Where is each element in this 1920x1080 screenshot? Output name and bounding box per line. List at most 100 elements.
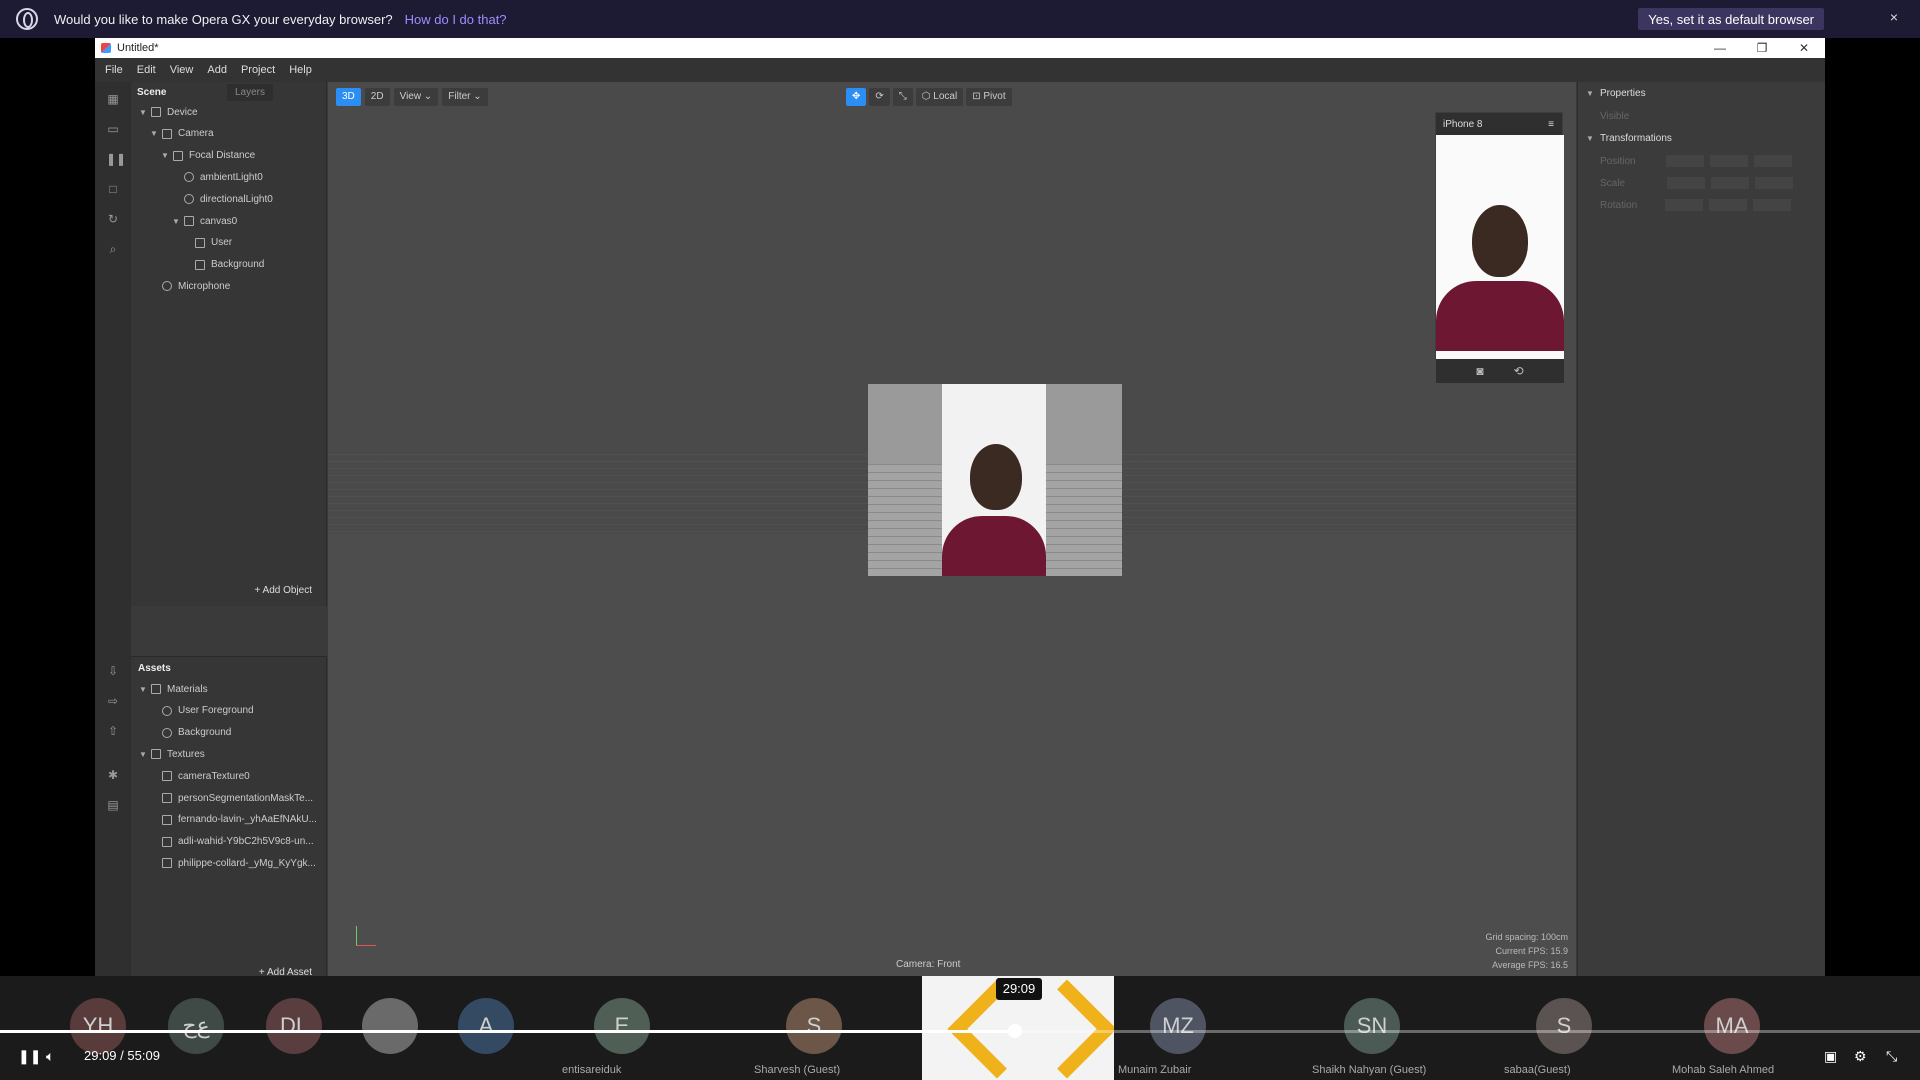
participant-tile[interactable]: Eentisareiduk bbox=[562, 976, 764, 1080]
chevron-down-icon: ⌄ bbox=[473, 91, 482, 102]
tab-layers[interactable]: Layers bbox=[227, 83, 274, 101]
tree-item[interactable]: ▼ Focal Distance bbox=[161, 148, 255, 164]
expand-icon[interactable]: ▼ bbox=[172, 217, 180, 226]
tree-item[interactable]: cameraTexture0 bbox=[150, 768, 250, 784]
view-dropdown[interactable]: View ⌄ bbox=[393, 88, 439, 106]
frame-icon[interactable]: □ bbox=[106, 182, 120, 196]
pause-tool-icon[interactable]: ❚❚ bbox=[106, 152, 126, 166]
expand-icon[interactable]: ▼ bbox=[139, 685, 147, 694]
tree-item[interactable]: ▼ Materials bbox=[139, 681, 208, 697]
close-icon[interactable]: × bbox=[1890, 9, 1898, 25]
pause-icon[interactable]: ❚❚ bbox=[18, 1048, 41, 1065]
captions-icon[interactable]: ▣ bbox=[1824, 1048, 1837, 1065]
tree-item[interactable]: Background bbox=[183, 257, 264, 273]
upload-icon[interactable]: ⇧ bbox=[106, 724, 120, 738]
tree-item-label: cameraTexture0 bbox=[178, 770, 250, 782]
tree-item[interactable]: Microphone bbox=[150, 278, 230, 294]
bug-icon[interactable]: ✱ bbox=[106, 768, 120, 782]
canvas-preview[interactable] bbox=[868, 384, 1122, 576]
transformations-section[interactable]: ▼ Transformations bbox=[1578, 127, 1825, 150]
rotation-row: Rotation bbox=[1578, 194, 1825, 216]
console-icon[interactable]: ▤ bbox=[106, 798, 120, 812]
menu-item-add[interactable]: Add bbox=[207, 64, 227, 76]
tree-item[interactable]: ▼ canvas0 bbox=[172, 213, 237, 229]
image-icon bbox=[162, 858, 172, 869]
mode-3d-button[interactable]: 3D bbox=[336, 88, 361, 106]
search-icon[interactable]: ⌕ bbox=[106, 242, 120, 256]
scale-icon[interactable]: ⤡ bbox=[892, 88, 913, 106]
pivot-button[interactable]: ⊡ Pivot bbox=[966, 88, 1012, 106]
participant-tile[interactable]: MA Mohab Saleh Ahmed bbox=[1672, 976, 1874, 1080]
tree-item[interactable]: directionalLight0 bbox=[172, 191, 273, 207]
avatar: MA bbox=[1704, 998, 1760, 1054]
rotate-icon[interactable]: ⟳ bbox=[869, 88, 890, 106]
person-head bbox=[1472, 205, 1528, 277]
restore-icon[interactable]: ❐ bbox=[1741, 38, 1783, 58]
expand-icon[interactable]: ▼ bbox=[150, 129, 158, 138]
menu-item-file[interactable]: File bbox=[105, 64, 123, 76]
expand-icon[interactable]: ▼ bbox=[139, 108, 147, 117]
import-icon[interactable]: ⇩ bbox=[106, 664, 120, 678]
device-selector[interactable]: iPhone 8 ≡ bbox=[1436, 113, 1562, 135]
video-icon[interactable]: ▭ bbox=[106, 122, 120, 136]
position-fields[interactable] bbox=[1665, 155, 1792, 167]
simulator-footer: ◙ ⟲ bbox=[1436, 359, 1564, 383]
rotation-fields[interactable] bbox=[1665, 199, 1792, 211]
window-close-icon[interactable]: ✕ bbox=[1783, 38, 1825, 58]
properties-panel: ▼ Properties Visible ▼ Transformations Pos… bbox=[1577, 82, 1825, 976]
participant-tile[interactable]: SN Shaikh Nahyan (Guest) bbox=[1312, 976, 1514, 1080]
miniplayer-icon[interactable]: ⤡ bbox=[1886, 1048, 1897, 1065]
tree-item-label: Device bbox=[167, 106, 198, 118]
progress-bar[interactable] bbox=[0, 1030, 1920, 1033]
filter-dropdown[interactable]: Filter ⌄ bbox=[442, 88, 488, 106]
expand-icon[interactable]: ▼ bbox=[161, 151, 169, 160]
tree-item[interactable]: User Foreground bbox=[150, 703, 254, 719]
tree-item-label: Focal Distance bbox=[189, 150, 256, 162]
tree-item[interactable]: ambientLight0 bbox=[172, 169, 263, 185]
tree-item[interactable]: personSegmentationMaskTe... bbox=[150, 790, 313, 806]
opera-how-link[interactable]: How do I do that? bbox=[405, 12, 507, 27]
tree-item-label: personSegmentationMaskTe... bbox=[178, 792, 314, 804]
participant-tile[interactable]: S Sharvesh (Guest) bbox=[754, 976, 956, 1080]
scale-row: Scale bbox=[1578, 172, 1825, 194]
scale-label: Scale bbox=[1600, 177, 1626, 189]
tab-scene[interactable]: Scene bbox=[131, 87, 227, 98]
viewport[interactable]: 3D 2D View ⌄ Filter ⌄ ✥ ⟳ ⤡ ⬡ Local ⊡ Pi… bbox=[328, 82, 1576, 976]
settings-icon[interactable]: ⚙ bbox=[1854, 1048, 1867, 1065]
refresh-icon[interactable]: ↻ bbox=[106, 212, 120, 226]
layout-icon[interactable]: ▦ bbox=[106, 92, 120, 106]
person-head bbox=[970, 444, 1022, 510]
axis-gizmo bbox=[356, 926, 376, 946]
folder-icon bbox=[151, 684, 161, 694]
properties-section[interactable]: ▼ Properties bbox=[1578, 82, 1825, 105]
camera-switch-icon[interactable]: ◙ bbox=[1476, 364, 1483, 378]
tree-item-label: Materials bbox=[167, 683, 208, 695]
menu-item-project[interactable]: Project bbox=[241, 64, 275, 76]
menu-icon[interactable]: ≡ bbox=[1548, 119, 1554, 130]
menu-item-help[interactable]: Help bbox=[289, 64, 312, 76]
menu-item-edit[interactable]: Edit bbox=[137, 64, 156, 76]
set-default-button[interactable]: Yes, set it as default browser bbox=[1638, 8, 1824, 30]
volume-icon[interactable]: 🔈︎ bbox=[46, 1048, 54, 1065]
tree-item[interactable]: adli-wahid-Y9bC2h5V9c8-un... bbox=[150, 834, 314, 850]
participant-tile[interactable]: MZ Munaim Zubair bbox=[1118, 976, 1320, 1080]
add-object-button[interactable]: + Add Object bbox=[254, 585, 312, 596]
tree-item[interactable]: ▼ Camera bbox=[150, 126, 214, 142]
send-to-device-icon[interactable]: ⇨ bbox=[106, 694, 120, 708]
tree-item[interactable]: ▼ Textures bbox=[139, 746, 205, 762]
minimize-icon[interactable]: — bbox=[1699, 38, 1741, 58]
tree-item[interactable]: Background bbox=[150, 725, 231, 741]
expand-icon[interactable]: ▼ bbox=[139, 750, 147, 759]
move-icon[interactable]: ✥ bbox=[846, 88, 867, 106]
rotate-device-icon[interactable]: ⟲ bbox=[1514, 364, 1524, 378]
tree-item[interactable]: philippe-collard-_yMg_KyYgk... bbox=[150, 855, 316, 871]
tree-item[interactable]: fernando-lavin-_yhAaEfNAkU... bbox=[150, 812, 317, 828]
local-button[interactable]: ⬡ Local bbox=[915, 88, 964, 106]
tree-item[interactable]: ▼ Device bbox=[139, 104, 198, 120]
tree-item[interactable]: User bbox=[183, 235, 232, 251]
menu-item-view[interactable]: View bbox=[170, 64, 194, 76]
scale-fields[interactable] bbox=[1667, 177, 1794, 189]
scrubber-handle[interactable] bbox=[1007, 1024, 1022, 1038]
title-bar: Untitled* — ❐ ✕ bbox=[95, 38, 1825, 58]
mode-2d-button[interactable]: 2D bbox=[364, 88, 390, 106]
